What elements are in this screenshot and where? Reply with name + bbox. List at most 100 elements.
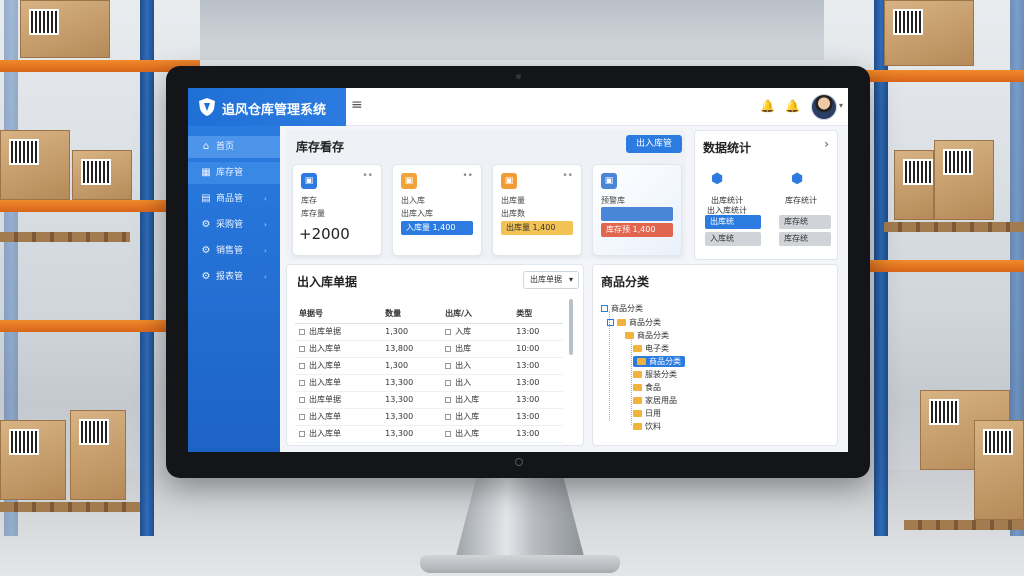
tree-node-label: 商品分类 [637, 331, 669, 340]
tree-node[interactable]: 电子类 [633, 343, 669, 354]
column-header[interactable]: 单据号 [295, 305, 382, 324]
folder-icon [633, 397, 642, 404]
folder-icon [637, 358, 646, 365]
cell: 出入库 [455, 412, 480, 421]
more-icon[interactable]: •• [362, 171, 373, 181]
sidebar-item-goods[interactable]: ▤ 商品管 › [188, 188, 280, 210]
chart-icon: ⬢ [711, 171, 724, 187]
warning-icon: ▣ [601, 173, 617, 189]
brand: 追风仓库管理系统 [188, 88, 346, 126]
tree-node[interactable]: 商品分类 [607, 317, 661, 328]
app-header: 追风仓库管理系统 ≡ 🔔 🔔 ▾ [188, 88, 848, 126]
tree-node-label: 服装分类 [645, 370, 677, 379]
sidebar-item-sales[interactable]: ⚙ 销售管 › [188, 240, 280, 262]
chevron-down-icon[interactable]: ▾ [839, 101, 843, 110]
stat-badge[interactable]: 出库统 [705, 215, 761, 229]
tree-node[interactable]: 家居用品 [633, 395, 677, 406]
row-checkbox[interactable] [299, 328, 305, 335]
sidebar-item-label: 首页 [216, 142, 235, 152]
table-row[interactable]: 出入库单 13,300 出入库 13:00 [295, 408, 563, 426]
warning-card[interactable]: ▣ 预警库 库存预 1,400 [592, 164, 682, 256]
column-header[interactable]: 类型 [512, 305, 563, 324]
inbound-icon: ▣ [401, 173, 417, 189]
row-checkbox[interactable] [445, 379, 452, 386]
warning-chip-top [601, 207, 673, 221]
row-checkbox[interactable] [299, 362, 305, 369]
row-checkbox[interactable] [445, 362, 452, 369]
tree-node-label: 饮料 [645, 422, 661, 431]
table-row[interactable]: 出入库单 13,300 出入库 13:00 [295, 425, 563, 443]
row-checkbox[interactable] [445, 328, 452, 335]
row-checkbox[interactable] [299, 379, 305, 386]
inventory-title: 库存看存 [296, 140, 345, 154]
tree-node[interactable]: 饮料 [633, 421, 661, 432]
cell: 10:00 [512, 340, 563, 358]
table-row[interactable]: 出库单据 13,300 出入库 13:00 [295, 391, 563, 409]
table-scrollbar[interactable] [569, 299, 573, 355]
table-row[interactable]: 出入库单 1,300 出入 13:00 [295, 357, 563, 375]
alert-bell-icon[interactable]: 🔔 [785, 99, 800, 113]
cell: 出入 [455, 378, 472, 387]
row-checkbox[interactable] [445, 430, 452, 437]
cell: 13:00 [512, 391, 563, 409]
row-checkbox[interactable] [445, 413, 452, 420]
column-header[interactable]: 数量 [381, 305, 442, 324]
row-checkbox[interactable] [299, 345, 305, 352]
row-checkbox[interactable] [299, 396, 305, 403]
sidebar-item-report[interactable]: ⚙ 报表管 › [188, 266, 280, 288]
table-row[interactable]: 出入库单 13,300 出入 13:00 [295, 374, 563, 392]
cell: 13,300 [381, 374, 442, 392]
row-checkbox[interactable] [299, 413, 305, 420]
table-row[interactable]: 出库单据 1,300 入库 13:00 [295, 323, 563, 341]
chevron-right-icon: › [264, 247, 267, 255]
chevron-down-icon: ▾ [568, 275, 573, 284]
tree-node[interactable]: 食品 [633, 382, 661, 393]
menu-icon[interactable]: ≡ [351, 98, 365, 112]
sidebar-item-label: 商品管 [216, 194, 244, 204]
more-icon[interactable]: •• [462, 171, 473, 181]
inout-manage-button[interactable]: 出入库管 [626, 135, 682, 153]
tree-node[interactable]: 日用 [633, 408, 661, 419]
chart-icon: ⬢ [791, 171, 804, 187]
row-checkbox[interactable] [445, 345, 452, 352]
table-row[interactable]: 出入库单 13,800 出库 10:00 [295, 340, 563, 358]
outbound-card[interactable]: ▣ •• 出库量 出库数 出库量 1,400 [492, 164, 582, 256]
stat-badge[interactable]: 库存统 [779, 232, 831, 246]
notification-bell-icon[interactable]: 🔔 [760, 99, 775, 113]
cell: 出入库单 [309, 361, 341, 370]
expand-icon[interactable] [601, 305, 608, 312]
cell: 出库 [455, 344, 472, 353]
tree-node[interactable]: 商品分类 [601, 303, 643, 314]
cell: 出入库 [455, 395, 480, 404]
more-icon[interactable]: •• [562, 171, 573, 181]
inventory-icon: ▦ [201, 167, 211, 178]
statistics-panel: 数据统计 › ⬢ 出库统计 出入库统计 出库统 入库统 ⬢ 库存统计 库存统 库… [694, 130, 838, 260]
tree-node-selected[interactable]: 商品分类 [633, 356, 685, 367]
tree-node[interactable]: 服装分类 [633, 369, 677, 380]
sidebar-item-purchase[interactable]: ⚙ 采购管 › [188, 214, 280, 236]
stat-badge[interactable]: 入库统 [705, 232, 761, 246]
tree-node[interactable]: 商品分类 [625, 330, 669, 341]
cell: 13:00 [512, 425, 563, 443]
cell: 出库单据 [309, 395, 341, 404]
row-checkbox[interactable] [299, 430, 305, 437]
folder-icon [633, 410, 642, 417]
folder-icon [625, 332, 634, 339]
category-title: 商品分类 [601, 275, 650, 289]
user-avatar[interactable] [811, 94, 837, 120]
sidebar-item-inventory[interactable]: ▦ 库存管 [188, 162, 280, 184]
sidebar-item-home[interactable]: ⌂ 首页 [188, 136, 280, 158]
sidebar-item-label: 报表管 [216, 272, 244, 282]
expand-icon[interactable] [607, 319, 614, 326]
stat-badge[interactable]: 库存统 [779, 215, 831, 229]
cell: 13,800 [381, 340, 442, 358]
orders-filter-select[interactable]: 出库单据 ▾ [523, 271, 579, 289]
chevron-right-icon[interactable]: › [824, 137, 829, 151]
orders-table: 单据号 数量 出库/入 类型 出库单据 1,300 入库 13:00 出入库单 13,8… [295, 305, 563, 443]
column-header[interactable]: 出库/入 [441, 305, 513, 324]
warning-chip: 库存预 1,400 [601, 223, 673, 237]
inbound-card[interactable]: ▣ •• 出入库 出库入库 入库量 1,400 [392, 164, 482, 256]
row-checkbox[interactable] [445, 396, 452, 403]
tree-node-label: 日用 [645, 409, 661, 418]
stock-card[interactable]: ▣ •• 库存 库存量 +2000 [292, 164, 382, 256]
